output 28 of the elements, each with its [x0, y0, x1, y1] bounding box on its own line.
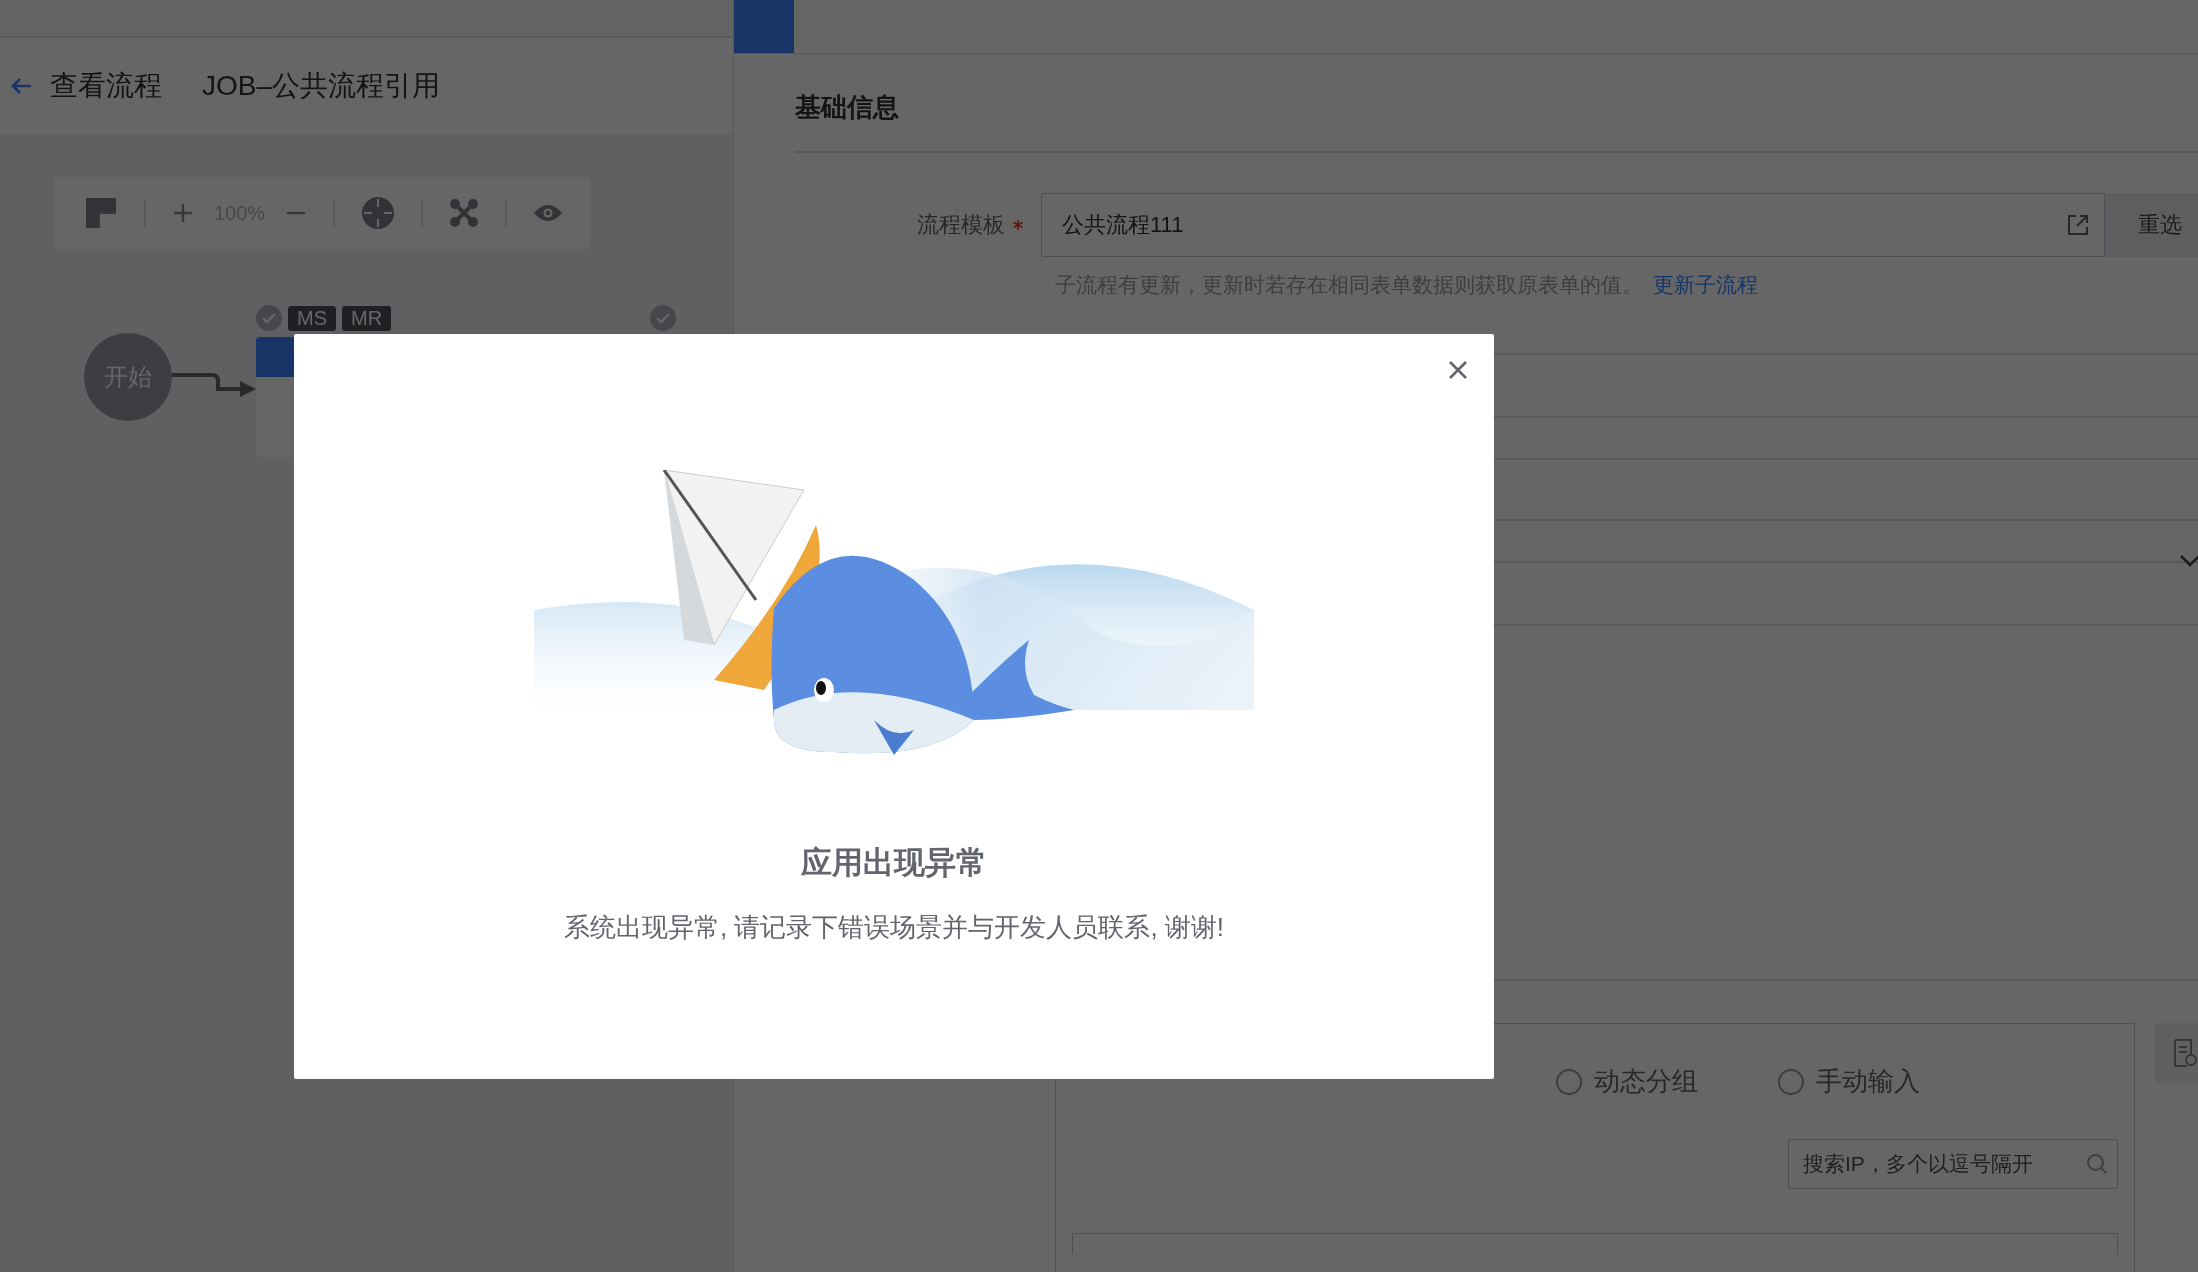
- flow-name: JOB–公共流程引用: [202, 69, 441, 103]
- radio-option[interactable]: 手动输入: [1778, 1064, 1920, 1099]
- template-field[interactable]: 公共流程111: [1041, 193, 2105, 257]
- radio-option[interactable]: 动态分组: [1556, 1064, 1698, 1099]
- chevron-down-icon[interactable]: [2179, 554, 2198, 568]
- back-button[interactable]: 查看流程: [10, 67, 162, 105]
- external-link-icon[interactable]: [2066, 213, 2090, 237]
- side-button[interactable]: [2155, 1023, 2198, 1083]
- field-label: 流程模板: [916, 211, 1005, 239]
- search-icon: [2086, 1153, 2108, 1175]
- reselect-button[interactable]: 重选: [2105, 193, 2198, 257]
- node-tag: MR: [342, 305, 392, 331]
- dialog-message: 系统出现异常, 请记录下错误场景并与开发人员联系, 谢谢!: [563, 911, 1225, 944]
- close-icon[interactable]: [1448, 360, 1468, 380]
- dialog-title: 应用出现异常: [801, 844, 987, 882]
- section-title: 基础信息: [795, 54, 2198, 153]
- nodes-icon[interactable]: [449, 198, 480, 228]
- node-tag: MS: [288, 305, 336, 331]
- document-icon: [2173, 1039, 2197, 1067]
- search-field[interactable]: 搜索IP，多个以逗号隔开: [1788, 1139, 2118, 1189]
- eye-icon[interactable]: [533, 203, 564, 223]
- check-icon: [650, 305, 676, 331]
- back-arrow-icon: [10, 77, 32, 95]
- zoom-in-icon[interactable]: [172, 202, 194, 224]
- layout-icon[interactable]: [84, 196, 118, 230]
- check-icon: [256, 305, 282, 331]
- target-icon[interactable]: [361, 196, 396, 230]
- update-link[interactable]: 更新子流程: [1653, 271, 1758, 299]
